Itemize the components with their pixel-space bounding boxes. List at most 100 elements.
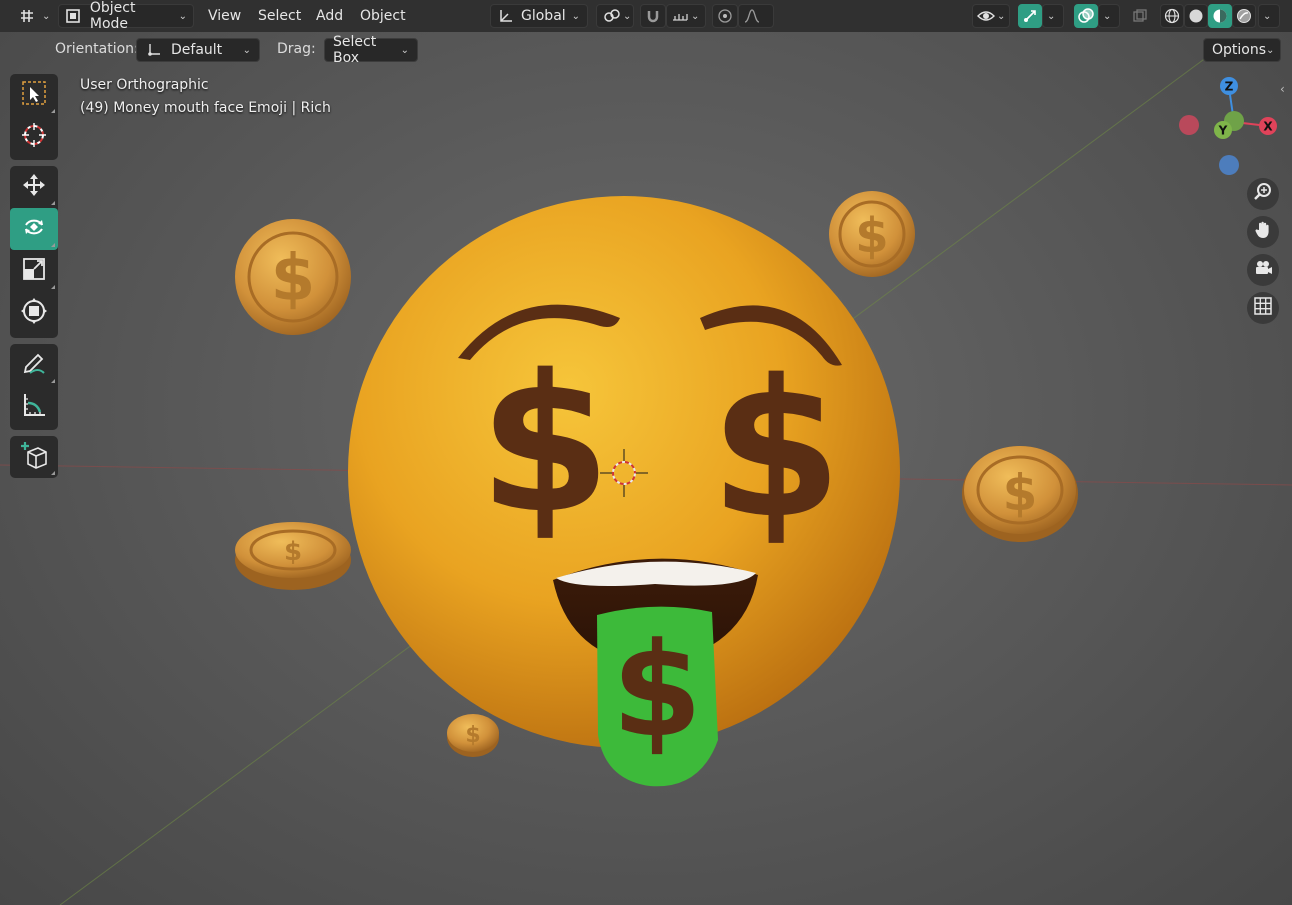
tool-more-indicator [51,379,55,383]
shading-dropdown[interactable]: ⌄ [1258,4,1280,28]
solid-sphere-icon [1188,7,1204,25]
chevron-down-icon: ⌄ [1103,10,1112,22]
falloff-dropdown[interactable] [738,4,774,28]
chevron-down-icon: ⌄ [178,10,187,22]
shading-material-button[interactable] [1208,4,1232,28]
chevron-down-icon: ⌄ [691,10,700,22]
svg-text:$: $ [479,334,611,555]
coin-small-bottom: $ [447,714,499,757]
tool-rotate[interactable] [10,208,58,250]
menu-select[interactable]: Select [252,4,307,28]
tool-move[interactable] [10,166,58,208]
drag-dropdown[interactable]: Select Box ⌄ [324,34,418,66]
mode-label: Object Mode [89,0,136,32]
snap-target-dropdown[interactable]: ⌄ [666,4,706,28]
tool-more-indicator [51,109,55,113]
tool-add-cube[interactable] [10,436,58,478]
zoom-magnifier-icon [1253,182,1273,206]
camera-view-button[interactable] [1247,254,1279,286]
gizmo-z-label: Z [1225,80,1234,94]
overlays-dropdown[interactable]: ⌄ [1098,4,1120,28]
toolbar-group-select [10,74,58,160]
menu-add[interactable]: Add [310,4,349,28]
pan-button[interactable] [1247,216,1279,248]
options-dropdown[interactable]: Options ⌄ [1203,38,1281,62]
axes-icon [497,7,515,25]
gizmo-dropdown[interactable]: ⌄ [1042,4,1064,28]
xray-icon [1131,7,1149,25]
shading-rendered-button[interactable] [1232,4,1256,28]
viewport-header: ⌄ Object Mode ⌄ View Select Add Object G… [0,0,1292,32]
tool-more-indicator [51,201,55,205]
pivot-point-dropdown[interactable]: ⌄ [596,4,634,28]
mode-dropdown[interactable]: Object Mode ⌄ [58,0,194,32]
tool-cursor[interactable] [10,116,58,158]
gizmo-toggle[interactable] [1018,4,1042,28]
menu-view[interactable]: View [202,4,247,28]
overlays-toggle[interactable] [1074,4,1098,28]
transform-icon [20,297,48,329]
svg-text:$: $ [855,208,888,264]
zoom-button[interactable] [1247,178,1279,210]
move-icon [20,171,48,203]
chevron-down-icon: ⌄ [42,10,51,22]
svg-text:$: $ [284,537,302,567]
navigation-gizmo[interactable]: Z Y X [1176,74,1286,184]
orientation-label: Orientation: [55,41,139,57]
tool-more-indicator [51,243,55,247]
grid-editor-icon [18,7,36,25]
tool-annotate[interactable] [10,344,58,386]
tool-transform[interactable] [10,292,58,334]
material-sphere-icon [1212,7,1228,25]
chevron-down-icon: ⌄ [1266,44,1275,56]
editor-type-button[interactable]: ⌄ [12,4,56,28]
orientation-value: Default [171,42,223,58]
tool-scale[interactable] [10,250,58,292]
visibility-dropdown[interactable]: ⌄ [972,4,1010,28]
view-name: User Orthographic [80,77,209,93]
rendered-sphere-icon [1236,7,1252,25]
coin-right-top: $ [829,191,915,277]
toolbar-group-add [10,436,58,478]
snap-toggle[interactable] [640,4,666,28]
overlays-icon [1078,7,1094,25]
proportional-edit-toggle[interactable] [712,4,738,28]
shading-wireframe-button[interactable] [1160,4,1184,28]
chevron-down-icon: ⌄ [400,44,409,56]
3d-viewport[interactable]: $ $ $ $ $ $ $ $ ⌄ Object Mode ⌄ View Sel… [0,0,1292,905]
xray-toggle[interactable] [1128,4,1152,28]
chevron-down-icon: ⌄ [623,10,632,22]
sidebar-toggle-icon[interactable]: ‹ [1280,82,1292,102]
gizmo-neg-z-handle[interactable] [1219,155,1239,175]
svg-text:$: $ [1003,464,1038,522]
transform-orientation-dropdown[interactable]: Global ⌄ [490,4,588,28]
drag-value: Select Box [333,34,377,66]
gizmo-x-label: X [1263,120,1273,134]
gizmo-icon [1022,7,1038,25]
options-label: Options [1212,42,1267,58]
magnet-icon [645,7,661,25]
menu-object[interactable]: Object [354,4,412,28]
wireframe-sphere-icon [1164,7,1180,25]
orientation-value: Global [521,8,566,24]
toggle-projection-button[interactable] [1247,292,1279,324]
proportional-edit-icon [717,7,733,25]
tool-measure[interactable] [10,386,58,428]
coin-right-mid: $ [962,446,1078,542]
svg-text:$: $ [612,614,702,766]
chevron-down-icon: ⌄ [1263,10,1272,22]
shading-solid-button[interactable] [1184,4,1208,28]
gizmo-neg-x-handle[interactable] [1179,115,1199,135]
link-icon [603,7,621,25]
rotate-icon [20,213,48,245]
coin-left-mid: $ [235,522,351,590]
object-mode-icon [65,7,82,25]
orientation-axes-icon [145,41,163,59]
grid-projection-icon [1253,296,1273,320]
chevron-down-icon: ⌄ [242,44,251,56]
tool-more-indicator [51,471,55,475]
hand-icon [1253,220,1273,244]
tool-select-box[interactable] [10,74,58,116]
orientation-dropdown[interactable]: Default ⌄ [136,38,260,62]
eye-icon [977,7,995,25]
